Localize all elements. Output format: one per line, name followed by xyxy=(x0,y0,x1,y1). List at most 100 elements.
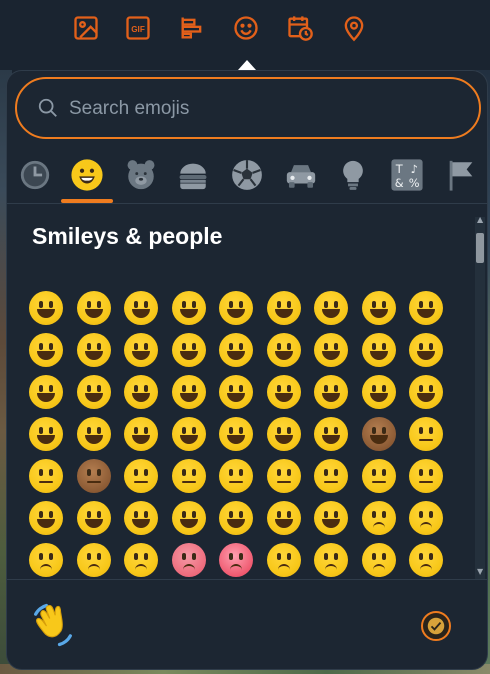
emoji-upside-down[interactable] xyxy=(171,333,206,367)
emoji-wink[interactable] xyxy=(29,333,63,367)
scrollbar[interactable] xyxy=(475,217,485,579)
smiley-icon[interactable] xyxy=(67,155,107,195)
emoji-pouting[interactable] xyxy=(171,543,206,577)
clock-icon[interactable] xyxy=(15,155,55,195)
emoji-sad[interactable] xyxy=(409,501,443,535)
emoji-hugging[interactable] xyxy=(219,501,253,535)
emoji-feature xyxy=(86,511,91,518)
emoji-slight-frown[interactable] xyxy=(361,543,396,577)
emoji-tongue[interactable] xyxy=(409,375,443,409)
emoji-money-mouth[interactable] xyxy=(29,417,63,451)
symbols-icon[interactable]: T ♪ &% xyxy=(387,155,427,195)
emoji-cursing[interactable] xyxy=(219,543,253,577)
emoji-kissing-heart[interactable] xyxy=(29,375,63,409)
emoji-expressionless[interactable] xyxy=(171,459,206,493)
emoji-nerd[interactable] xyxy=(124,417,158,451)
emoji-feature xyxy=(381,553,386,560)
schedule-icon[interactable] xyxy=(286,14,314,42)
emoji-cowboy[interactable] xyxy=(266,417,301,451)
emoji-feature xyxy=(419,469,423,476)
lightbulb-icon[interactable] xyxy=(333,155,373,195)
emoji-thinking[interactable] xyxy=(409,459,443,493)
emoji-unamused[interactable] xyxy=(266,459,301,493)
emoji-feature xyxy=(325,564,337,571)
emoji-relieved[interactable] xyxy=(266,333,301,367)
emoji-feature xyxy=(229,343,233,350)
emoji-feature xyxy=(286,427,291,434)
emoji-slight-smile[interactable] xyxy=(124,333,158,367)
emoji-pensive-hand[interactable] xyxy=(314,501,348,535)
emoji-pensive[interactable] xyxy=(266,543,301,577)
emoji-heart-eyes[interactable] xyxy=(361,333,396,367)
emoji-partying[interactable] xyxy=(314,417,348,451)
emoji-grin[interactable] xyxy=(171,291,206,325)
emoji-feature xyxy=(191,469,196,476)
emoji-peeking[interactable] xyxy=(124,501,158,535)
waving-hand-icon[interactable] xyxy=(27,599,79,651)
emoji-no-mouth[interactable] xyxy=(29,459,63,493)
scrollbar-thumb[interactable] xyxy=(476,233,484,263)
emoji-feature xyxy=(381,301,386,308)
checkmark-icon xyxy=(427,617,445,635)
emoji-brown-face[interactable] xyxy=(361,417,396,451)
emoji-flushed[interactable] xyxy=(361,501,396,535)
emoji-grinning-sweat[interactable] xyxy=(266,291,301,325)
scroll-down-icon[interactable]: ▼ xyxy=(477,568,483,576)
emoji-yawning[interactable] xyxy=(266,501,301,535)
emoji-frowning[interactable] xyxy=(409,543,443,577)
emoji-blush[interactable] xyxy=(76,333,111,367)
emoji-kissing[interactable] xyxy=(76,375,111,409)
emoji-winking-tongue[interactable] xyxy=(314,375,348,409)
emoji-anxious[interactable] xyxy=(29,543,63,577)
emoji-hand-over-mouth[interactable] xyxy=(76,501,111,535)
scroll-up-icon[interactable]: ▲ xyxy=(477,216,483,224)
emoji-relaxed[interactable] xyxy=(314,333,348,367)
emoji-rolling-eyes[interactable] xyxy=(314,459,348,493)
emoji-shushing[interactable] xyxy=(29,501,63,535)
emoji-zany[interactable] xyxy=(266,375,301,409)
emoji-rofl[interactable] xyxy=(361,291,396,325)
emoji-smiling-hearts[interactable] xyxy=(409,333,443,367)
emoji-weary[interactable] xyxy=(76,543,111,577)
emoji-kissing-smiling-eyes[interactable] xyxy=(124,375,158,409)
location-icon[interactable] xyxy=(340,14,368,42)
emoji-feature xyxy=(381,343,386,350)
emoji-flat[interactable] xyxy=(219,459,253,493)
flag-icon[interactable] xyxy=(441,155,481,195)
emoji-monocle[interactable] xyxy=(219,417,253,451)
emoji-icon[interactable] xyxy=(232,14,260,42)
search-box[interactable] xyxy=(15,77,481,139)
emoji-yum-sweat[interactable] xyxy=(219,375,253,409)
emoji-grinning-big-eyes[interactable] xyxy=(76,291,111,325)
emoji-raised-eyebrow[interactable] xyxy=(361,459,396,493)
emoji-grinning[interactable] xyxy=(29,291,63,325)
emoji-beaming[interactable] xyxy=(124,291,158,325)
emoji-halo[interactable] xyxy=(409,291,443,325)
emoji-feature xyxy=(381,427,386,434)
search-input[interactable] xyxy=(67,89,451,129)
bear-icon[interactable] xyxy=(121,155,161,195)
emoji-sunglasses[interactable] xyxy=(76,417,111,451)
car-icon[interactable] xyxy=(281,155,321,195)
burger-icon[interactable] xyxy=(173,155,213,195)
emoji-smiling-hearts-cheeks[interactable] xyxy=(219,333,253,367)
emoji-squinting-tongue[interactable] xyxy=(361,375,396,409)
emoji-smirk[interactable] xyxy=(409,417,443,451)
emoji-joy[interactable] xyxy=(314,291,348,325)
emoji-kissing-closed-eyes[interactable] xyxy=(171,375,206,409)
emoji-squinting-laugh[interactable] xyxy=(219,291,253,325)
emoji-feature xyxy=(286,343,291,350)
emoji-neutral[interactable] xyxy=(124,459,158,493)
skin-tone-selector[interactable] xyxy=(421,611,451,641)
emoji-frowning-mad[interactable] xyxy=(124,543,158,577)
soccer-ball-icon[interactable] xyxy=(227,155,267,195)
emoji-brown-no-mouth[interactable] xyxy=(76,459,111,493)
emoji-feature xyxy=(86,481,101,483)
emoji-confused[interactable] xyxy=(314,543,348,577)
emoji-disguised[interactable] xyxy=(171,417,206,451)
emoji-saluting[interactable] xyxy=(171,501,206,535)
emoji-feature xyxy=(96,427,101,434)
image-icon[interactable] xyxy=(72,14,100,42)
poll-icon[interactable] xyxy=(178,14,206,42)
gif-icon[interactable]: GIF xyxy=(124,14,152,42)
